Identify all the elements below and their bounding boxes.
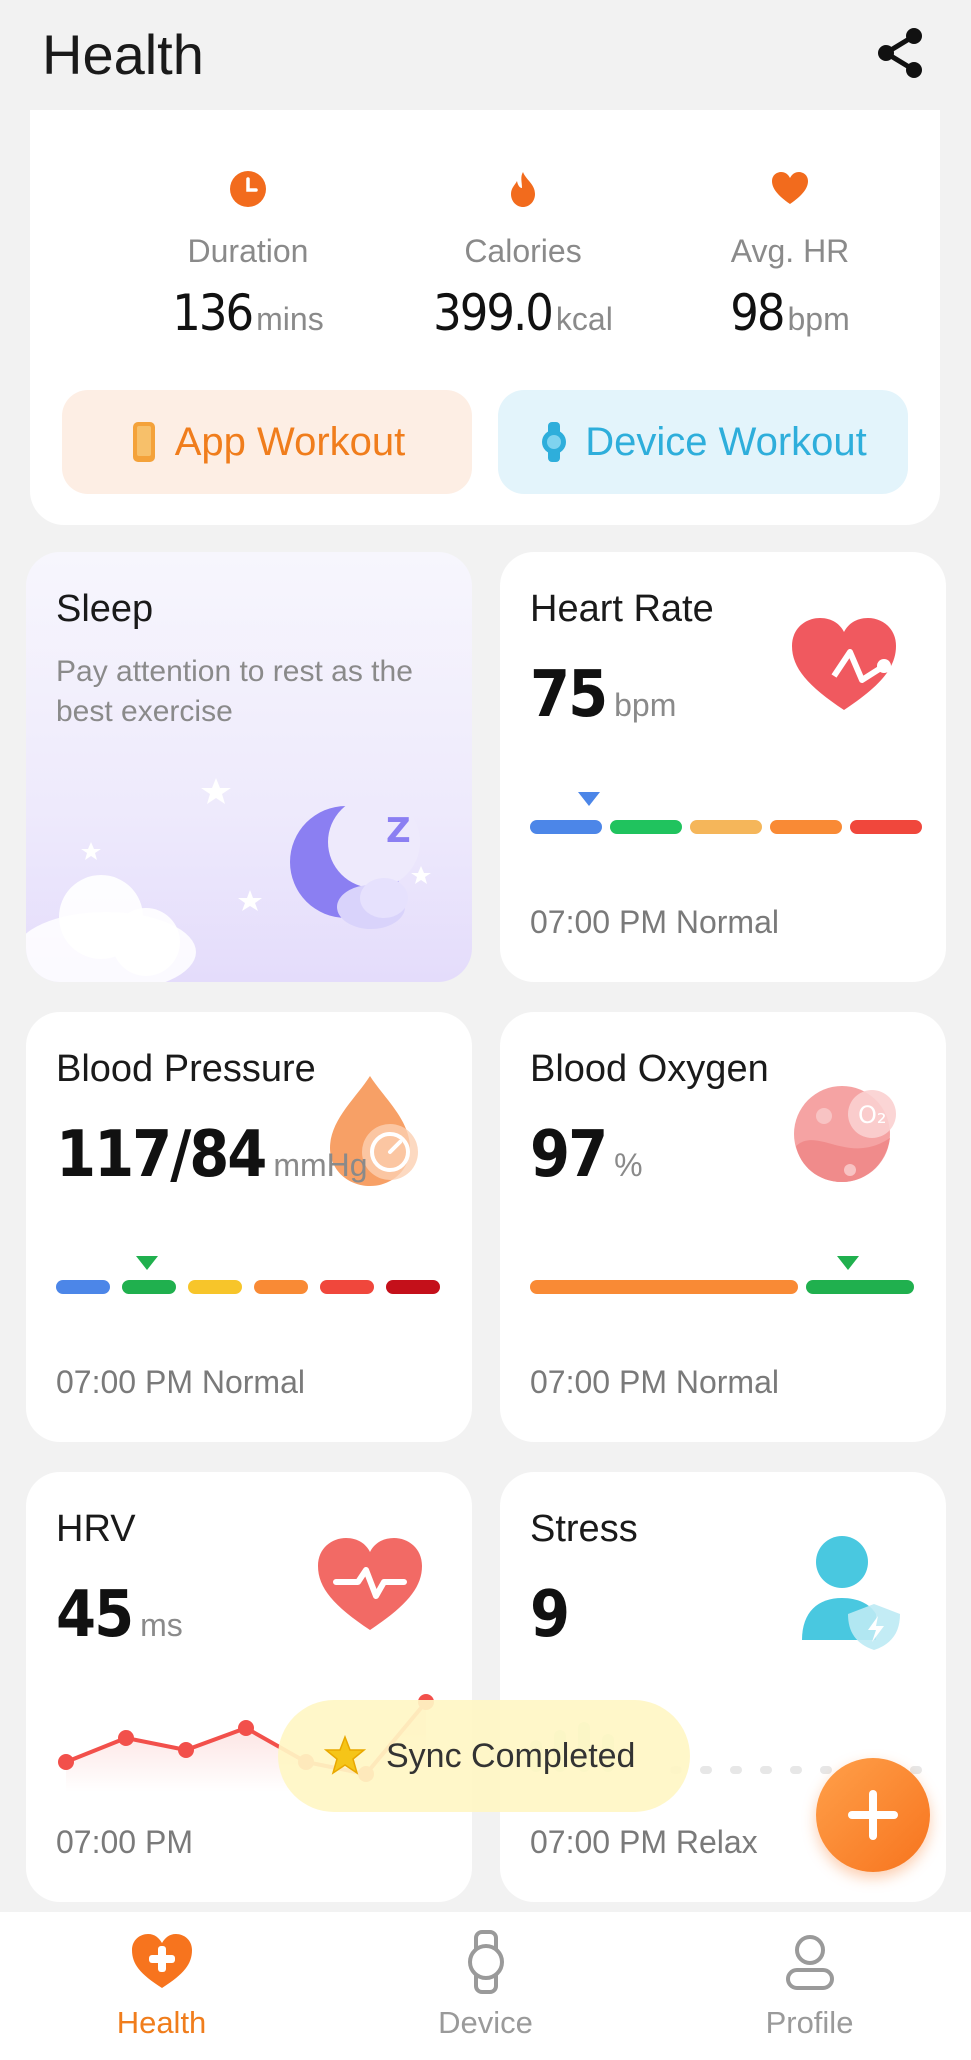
person-icon [785, 1935, 834, 1990]
blood-pressure-unit: mmHg [273, 1147, 368, 1183]
stat-label: Avg. HR [730, 233, 850, 269]
person-shield-icon [802, 1536, 900, 1650]
heart-rate-card[interactable]: Heart Rate 75 bpm 07:00 PM Normal [500, 552, 946, 982]
card-footer: 07:00 PM Normal [530, 904, 779, 940]
hrv-card[interactable]: HRV 45 ms 07:00 PM [26, 1472, 472, 1902]
sleep-illustration: Z [26, 778, 431, 982]
o2-icon: O₂ [794, 1086, 896, 1182]
stat-unit: bpm [787, 301, 850, 337]
range-segment [254, 1280, 308, 1294]
hrv-unit: ms [140, 1607, 183, 1643]
card-subtitle: Pay attention to rest as the best exerci… [56, 655, 413, 728]
avg-hr-stat: Avg. HR 98 bpm [660, 170, 920, 342]
range-segment [386, 1280, 440, 1294]
stat-value: 136 [172, 284, 254, 342]
stress-value: 9 [530, 1578, 570, 1652]
device-workout-label: Device Workout [585, 419, 867, 464]
app-header: Health [0, 0, 971, 110]
star-icon [324, 1735, 366, 1775]
workout-summary-card[interactable]: Duration 136 mins Calories 399.0 kcal Avg.… [30, 60, 940, 525]
sync-toast: Sync Completed [278, 1700, 690, 1812]
card-footer: 07:00 PM Relax [530, 1824, 758, 1860]
app-workout-label: App Workout [174, 419, 406, 464]
range-segment [56, 1280, 110, 1294]
tab-label: Device [438, 2005, 533, 2040]
tab-label: Health [116, 2005, 207, 2040]
duration-stat: Duration 136 mins [118, 170, 378, 342]
range-segment [122, 1280, 176, 1294]
range-segment [690, 820, 762, 834]
card-title: Blood Pressure [56, 1048, 316, 1090]
clock-icon [230, 171, 266, 207]
plus-icon [848, 1790, 898, 1840]
device-workout-button[interactable]: Device Workout [498, 390, 908, 494]
range-segment [530, 820, 602, 834]
range-segment [320, 1280, 374, 1294]
watch-icon [467, 1930, 504, 1994]
heart-icon [772, 172, 808, 204]
card-footer: 07:00 PM Normal [530, 1364, 779, 1400]
heart-rate-icon [792, 618, 896, 710]
hrv-value: 45 [56, 1578, 134, 1652]
range-segment [806, 1280, 914, 1294]
tab-label: Profile [765, 2005, 854, 2040]
tab-profile[interactable]: Profile [648, 1912, 971, 2060]
heart-rate-value: 75 [530, 658, 608, 732]
phone-icon [132, 422, 155, 462]
tab-device[interactable]: Device [324, 1912, 647, 2060]
range-segment [770, 820, 842, 834]
stat-unit: mins [256, 301, 324, 337]
blood-oxygen-card[interactable]: Blood Oxygen O₂ 97% 07:00 PM Normal [500, 1012, 946, 1442]
toast-text: Sync Completed [386, 1736, 636, 1775]
bottom-navigation: Health Device Profile [0, 1912, 971, 2060]
range-segment [530, 1280, 798, 1294]
heart-pulse-icon [318, 1538, 422, 1630]
range-segment [610, 820, 682, 834]
heart-plus-icon [131, 1934, 192, 1988]
range-pointer [136, 1256, 158, 1270]
stat-label: Duration [187, 233, 309, 269]
calories-stat: Calories 399.0 kcal [393, 170, 653, 342]
stat-label: Calories [464, 233, 582, 269]
card-title: Heart Rate [530, 588, 714, 630]
flame-icon [511, 172, 535, 207]
stat-unit: kcal [555, 301, 613, 337]
card-title: Sleep [56, 588, 154, 630]
watch-icon [542, 422, 567, 462]
range-pointer [578, 792, 600, 806]
card-footer: 07:00 PM Normal [56, 1364, 305, 1400]
range-segment [188, 1280, 242, 1294]
blood-oxygen-value: 97 [530, 1118, 608, 1192]
stat-value: 98 [730, 284, 785, 342]
card-title: HRV [56, 1508, 136, 1550]
sleep-card[interactable]: Sleep Pay attention to rest as the best … [26, 552, 472, 982]
card-footer: 07:00 PM [56, 1824, 193, 1860]
blood-oxygen-unit: % [614, 1147, 643, 1183]
page-title: Health [42, 23, 204, 86]
stat-value: 399.0 [433, 284, 554, 342]
svg-text:O₂: O₂ [858, 1101, 887, 1129]
card-title: Stress [530, 1508, 638, 1550]
share-icon[interactable] [872, 24, 928, 82]
blood-pressure-card[interactable]: Blood Pressure 117/84 mmHg 07:00 PM Norma… [26, 1012, 472, 1442]
svg-text:Z: Z [386, 811, 411, 851]
add-button[interactable] [816, 1758, 930, 1872]
app-workout-button[interactable]: App Workout [62, 390, 472, 494]
blood-pressure-value: 117/84 [56, 1118, 267, 1192]
tab-health[interactable]: Health [0, 1912, 323, 2060]
card-title: Blood Oxygen [530, 1048, 769, 1090]
range-pointer [837, 1256, 859, 1270]
range-segment [850, 820, 922, 834]
heart-rate-unit: bpm [614, 687, 677, 723]
